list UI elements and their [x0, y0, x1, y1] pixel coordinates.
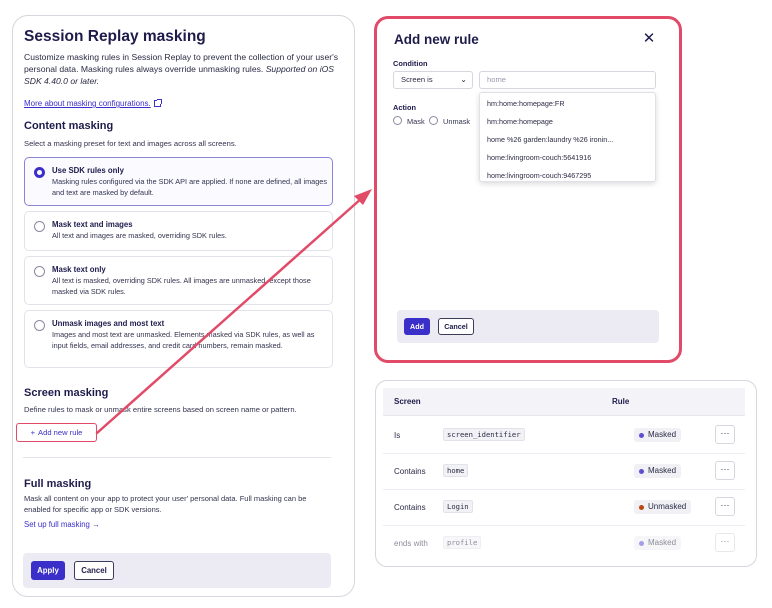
- rule-dot: [639, 432, 644, 438]
- condition-label: Condition: [393, 59, 428, 68]
- suggestion-item[interactable]: hm:home:homepage:FR: [487, 99, 565, 108]
- suggestion-item[interactable]: home:livingroom-couch:9467295: [487, 171, 591, 180]
- preset-option-mask-text-images[interactable]: Mask text and images All text and images…: [24, 211, 333, 251]
- table-row: Is screen_identifier Masked ···: [383, 418, 745, 454]
- screen-masking-title: Screen masking: [24, 387, 109, 399]
- condition-select[interactable]: Screen is ⌄: [393, 71, 473, 89]
- action-label: Action: [393, 103, 416, 112]
- add-new-rule-button[interactable]: + Add new rule: [16, 423, 97, 442]
- mask-radio-label: Mask: [407, 117, 425, 126]
- modal-cancel-button[interactable]: Cancel: [438, 318, 474, 335]
- screen-name-input[interactable]: home: [479, 71, 656, 89]
- page-description: Customize masking rules in Session Repla…: [24, 51, 342, 87]
- suggestions-dropdown: hm:home:homepage:FR hm:home:homepage hom…: [479, 92, 656, 182]
- preset-option-description: Images and most text are unmasked. Eleme…: [52, 330, 315, 350]
- row-condition: ends with: [394, 539, 428, 548]
- chevron-down-icon: ⌄: [460, 75, 467, 84]
- full-masking-description: Mask all content on your app to protect …: [24, 494, 307, 514]
- more-options-icon[interactable]: ···: [715, 533, 735, 552]
- rule-dot: [639, 468, 644, 474]
- table-row: Contains Login Unmasked ···: [383, 490, 745, 526]
- row-condition: Contains: [394, 503, 426, 512]
- preset-option-title: Mask text and images: [52, 220, 133, 229]
- radio-button[interactable]: [34, 320, 45, 331]
- preset-option-sdk-rules[interactable]: Use SDK rules only Masking rules configu…: [24, 157, 333, 206]
- content-masking-title: Content masking: [24, 120, 114, 132]
- add-new-rule-label: Add new rule: [38, 428, 83, 437]
- row-condition: Contains: [394, 467, 426, 476]
- preset-option-title: Mask text only: [52, 265, 106, 274]
- mask-radio[interactable]: [393, 116, 402, 125]
- external-link-icon: [153, 99, 162, 107]
- preset-option-mask-text-only[interactable]: Mask text only All text is masked, overr…: [24, 256, 333, 305]
- modal-title: Add new rule: [394, 32, 479, 47]
- preset-option-title: Use SDK rules only: [52, 166, 124, 175]
- condition-select-value: Screen is: [401, 75, 433, 84]
- session-replay-masking-panel: Session Replay masking Customize masking…: [12, 15, 355, 597]
- row-value: Login: [443, 500, 473, 513]
- table-row: Contains home Masked ···: [383, 454, 745, 490]
- panel-footer: Apply Cancel: [23, 553, 331, 588]
- more-options-icon[interactable]: ···: [715, 425, 735, 444]
- more-about-masking-link[interactable]: More about masking configurations.: [24, 93, 162, 111]
- add-new-rule-modal: Add new rule ✕ Condition Screen is ⌄ hom…: [374, 16, 682, 363]
- rule-dot: [639, 540, 644, 546]
- unmask-radio[interactable]: [429, 116, 438, 125]
- suggestion-item[interactable]: hm:home:homepage: [487, 117, 553, 126]
- rule-badge: Unmasked: [634, 500, 692, 514]
- screen-rules-table: Screen Rule Is screen_identifier Masked …: [375, 380, 757, 567]
- rule-label: Unmasked: [648, 502, 687, 511]
- row-value: home: [443, 464, 469, 477]
- row-value: profile: [443, 536, 482, 549]
- rule-column-header: Rule: [612, 397, 630, 406]
- rule-label: Masked: [648, 430, 677, 439]
- table-row: ends with profile Masked ···: [383, 526, 745, 562]
- modal-footer: Add Cancel: [397, 310, 659, 343]
- rule-badge: Masked: [634, 536, 682, 550]
- row-value: screen_identifier: [443, 428, 525, 441]
- rule-badge: Masked: [634, 464, 682, 478]
- preset-option-title: Unmask images and most text: [52, 319, 165, 328]
- section-divider: [23, 457, 331, 458]
- set-up-full-masking-link[interactable]: Set up full masking →: [24, 520, 100, 529]
- full-masking-title: Full masking: [24, 478, 92, 490]
- plus-icon: +: [30, 428, 36, 437]
- apply-button[interactable]: Apply: [31, 561, 65, 580]
- rule-dot: [639, 504, 644, 510]
- row-condition: Is: [394, 431, 401, 440]
- preset-option-description: All text is masked, overriding SDK rules…: [52, 276, 311, 296]
- screen-masking-subtitle: Define rules to mask or unmask entire sc…: [24, 405, 297, 414]
- rule-label: Masked: [648, 538, 677, 547]
- table-header: Screen Rule: [383, 388, 745, 416]
- add-button[interactable]: Add: [404, 318, 430, 335]
- preset-option-description: Masking rules configured via the SDK API…: [52, 177, 328, 197]
- rule-badge: Masked: [634, 428, 682, 442]
- preset-option-description: All text and images are masked, overridi…: [52, 231, 227, 240]
- suggestion-item[interactable]: home:livingroom-couch:5641916: [487, 153, 591, 162]
- page-title: Session Replay masking: [24, 28, 206, 45]
- cancel-button[interactable]: Cancel: [74, 561, 114, 580]
- screen-column-header: Screen: [394, 397, 421, 406]
- content-masking-subtitle: Select a masking preset for text and ima…: [24, 139, 237, 148]
- suggestion-item[interactable]: home %26 garden:laundry %26 ironin...: [487, 135, 613, 144]
- preset-option-unmask-images[interactable]: Unmask images and most text Images and m…: [24, 310, 333, 368]
- callout-arrow-head: [354, 189, 372, 205]
- more-about-masking-link-text[interactable]: More about masking configurations.: [24, 99, 151, 108]
- close-icon[interactable]: ✕: [642, 31, 656, 46]
- rule-label: Masked: [648, 466, 677, 475]
- radio-button[interactable]: [34, 221, 45, 232]
- unmask-radio-label: Unmask: [443, 117, 471, 126]
- radio-button[interactable]: [34, 266, 45, 277]
- more-options-icon[interactable]: ···: [715, 497, 735, 516]
- more-options-icon[interactable]: ···: [715, 461, 735, 480]
- radio-button-selected[interactable]: [34, 167, 45, 178]
